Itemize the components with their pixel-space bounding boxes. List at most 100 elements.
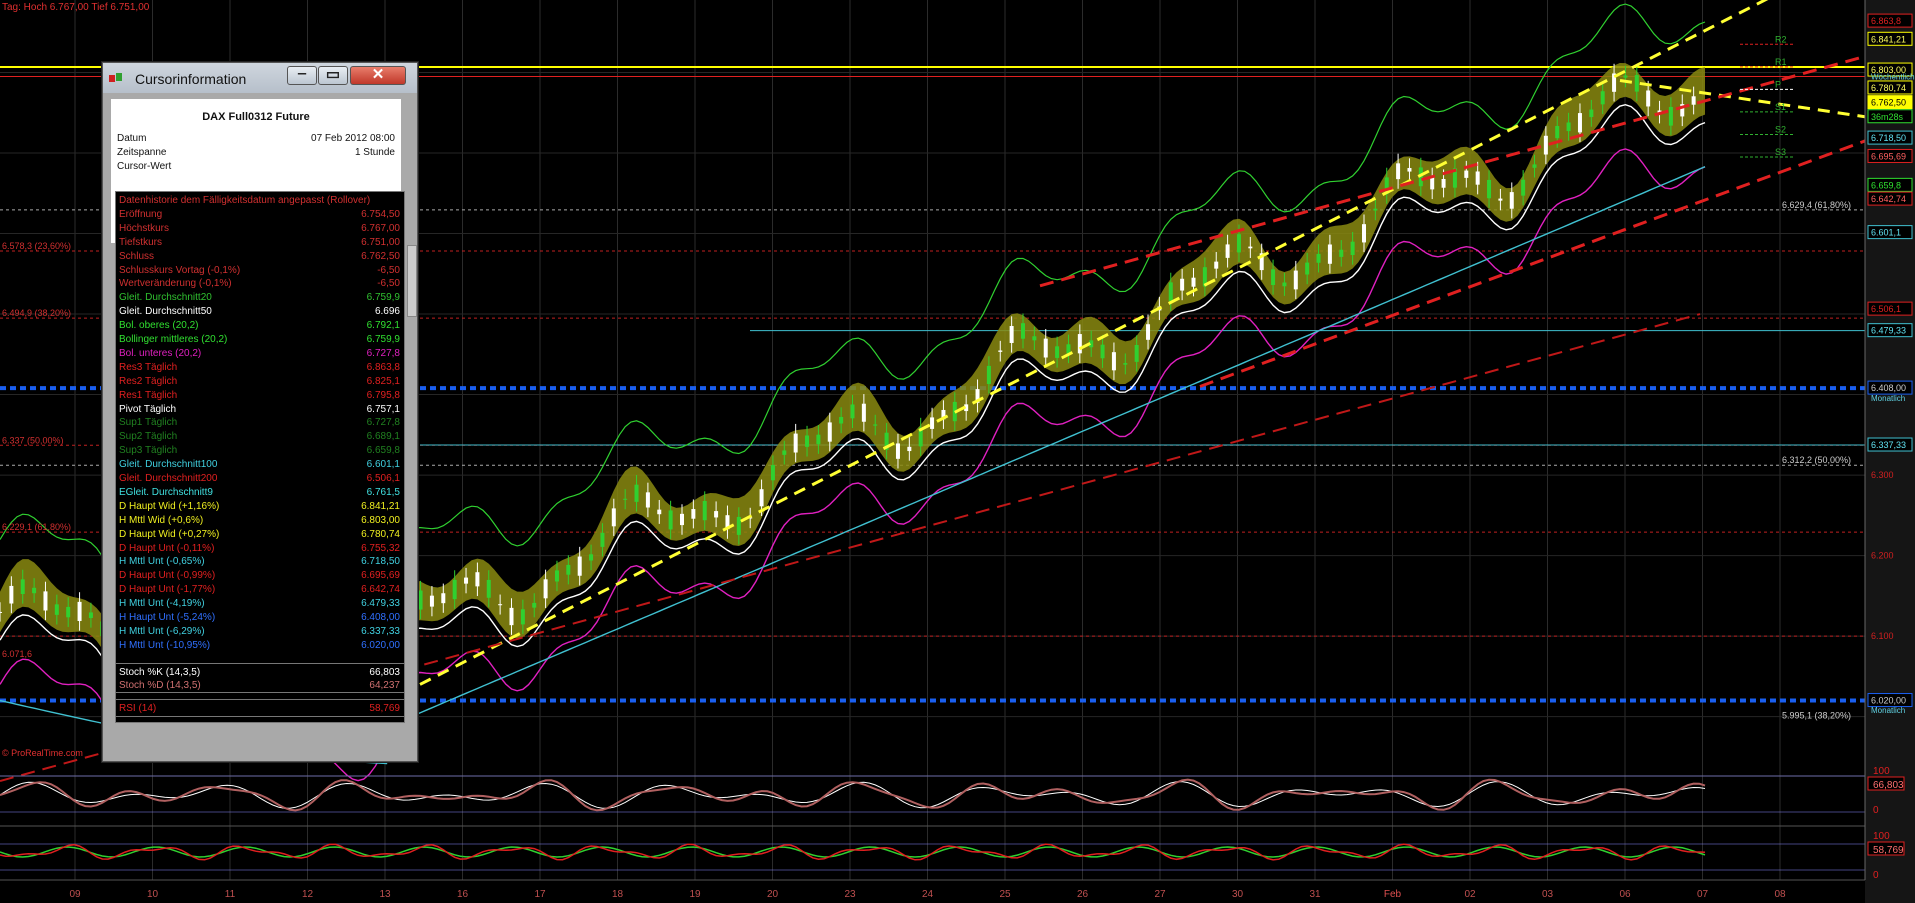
candle-body [668,510,673,530]
date-label: 07 [1697,889,1709,900]
value-number: 6.727,8 [366,417,400,429]
value-row: Schluss 6.762,50 [119,251,400,265]
candle-body [1236,234,1241,253]
candle-body [9,585,14,604]
fib-label: 6.629,4 (61,80%) [1782,200,1851,210]
value-row: D Haupt Wid (+0,27%) 6.780,74 [119,529,400,543]
value-number: 6.689,1 [366,431,400,443]
price-axis-label: 6.337,33 [1871,440,1906,450]
fib-label: 6.312,2 (50,00%) [1782,455,1851,465]
cursor-info-window[interactable]: Cursorinformation ‒ ▭ ✕ DAX Full0312 Fut… [102,62,418,762]
value-label: H Mttl Unt (-10,95%) [119,639,211,651]
value-number: 66,803 [369,667,400,678]
minimize-button[interactable]: ‒ [287,65,317,85]
date-label: 13 [379,889,391,900]
candle-body [1589,109,1594,118]
value-label: Wertveränderung (-0,1%) [119,278,232,290]
price-axis-label: 6.200 [1871,551,1894,561]
candle-body [782,450,787,455]
price-axis-label: 6.659,8 [1871,180,1901,190]
date-label: 25 [999,889,1011,900]
candle-body [623,498,628,500]
candle-body [1327,244,1332,264]
price-axis-label: 6.762,50 [1871,98,1906,108]
value-number: 6.506,1 [366,473,400,484]
candle-body [691,509,696,519]
price-axis-label: 6.642,74 [1871,194,1906,204]
value-label: H Mttl Unt (-4,19%) [119,598,205,610]
price-axis-label: 6.408,00 [1871,383,1906,393]
price-axis-label: Monatlich [1871,706,1905,715]
candle-body [805,435,810,447]
value-row: Sup2 Täglich 6.689,1 [119,431,400,445]
scrollbar[interactable] [407,245,417,317]
value-number: 6.727,8 [366,347,400,359]
app-icon [109,73,122,82]
value-row: D Haupt Unt (-0,99%) 6.695,69 [119,570,400,584]
candle-body [0,611,2,613]
price-axis-label: 6.863,8 [1871,16,1901,26]
value-row: Tiefstkurs 6.751,00 [119,237,400,251]
candle-body [1475,171,1480,185]
candle-body [634,484,639,502]
value-number: 6.825,1 [366,375,400,387]
candle-body [1248,246,1253,249]
candle-body [1134,344,1139,362]
candle-body [1566,122,1571,132]
indicator-values-panel: Datenhistorie dem Fälligkeitsdatum angep… [115,191,405,723]
candle-body [816,434,821,445]
value-row: H Mttl Unt (-10,95%) 6.020,00 [119,640,400,654]
candle-body [554,570,559,582]
price-axis-label: 6.020,00 [1871,696,1906,706]
candle-body [486,579,491,598]
candle-body [1339,249,1344,257]
candle-body [566,564,571,575]
window-titlebar[interactable]: Cursorinformation ‒ ▭ ✕ [103,63,417,93]
candle-body [43,591,48,611]
value-row: Gleit. Durchschnitt50 6.696 [119,306,400,320]
value-row: H Mttl Unt (-6,29%) 6.337,33 [119,626,400,640]
value-label: Sup1 Täglich [119,417,178,429]
candle-body [645,492,650,508]
close-button[interactable]: ✕ [350,66,406,85]
date-label: 19 [689,889,701,900]
value-label: D Haupt Wid (+0,27%) [119,528,220,540]
date-label: 20 [767,889,779,900]
candle-body [1305,262,1310,275]
candle-body [907,446,912,452]
rsi-values-panel: RSI (14) 58,769 [115,699,405,717]
candle-body [1032,336,1037,341]
value-number: -6,50 [377,264,400,276]
date-label: 30 [1232,889,1244,900]
value-label: D Haupt Unt (-0,11%) [119,542,215,554]
candle-body [930,417,935,429]
row-label: Zeitspanne [117,147,167,158]
maximize-button[interactable]: ▭ [318,66,348,85]
instrument-name: DAX Full0312 Future [202,111,310,123]
candle-body [1509,192,1514,209]
value-number: 6.718,50 [361,556,400,568]
candle-body [850,404,855,419]
value-label: Stoch %K (14,3,5) [119,667,201,678]
value-row: Eröffnung 6.754,50 [119,209,400,223]
candle-body [1521,179,1526,196]
candle-body [1430,177,1435,190]
value-label: Gleit. Durchschnitt50 [119,306,212,318]
value-number: 64,237 [369,680,400,691]
fib-label: 6.494,9 (38,20%) [2,308,71,318]
value-label: H Haupt Unt (-5,24%) [119,612,216,623]
candle-body [1577,113,1582,133]
header-row: Zeitspanne 1 Stunde [117,147,395,160]
price-axis-label: 6.479,33 [1871,326,1906,336]
value-label: Tiefstkurs [119,236,162,248]
candle-body [1214,261,1219,269]
value-label: D Haupt Unt (-1,77%) [119,584,216,596]
value-row: Res2 Täglich 6.825,1 [119,376,400,390]
rsi-axis-label: 100 [1873,831,1890,842]
value-number: 6.762,50 [361,250,400,262]
value-row: H Mttl Unt (-0,65%) 6.718,50 [119,556,400,570]
candle-body [1100,344,1105,359]
value-label: Pivot Täglich [119,403,177,415]
candle-body [77,601,82,622]
value-label: Sup3 Täglich [119,445,178,457]
